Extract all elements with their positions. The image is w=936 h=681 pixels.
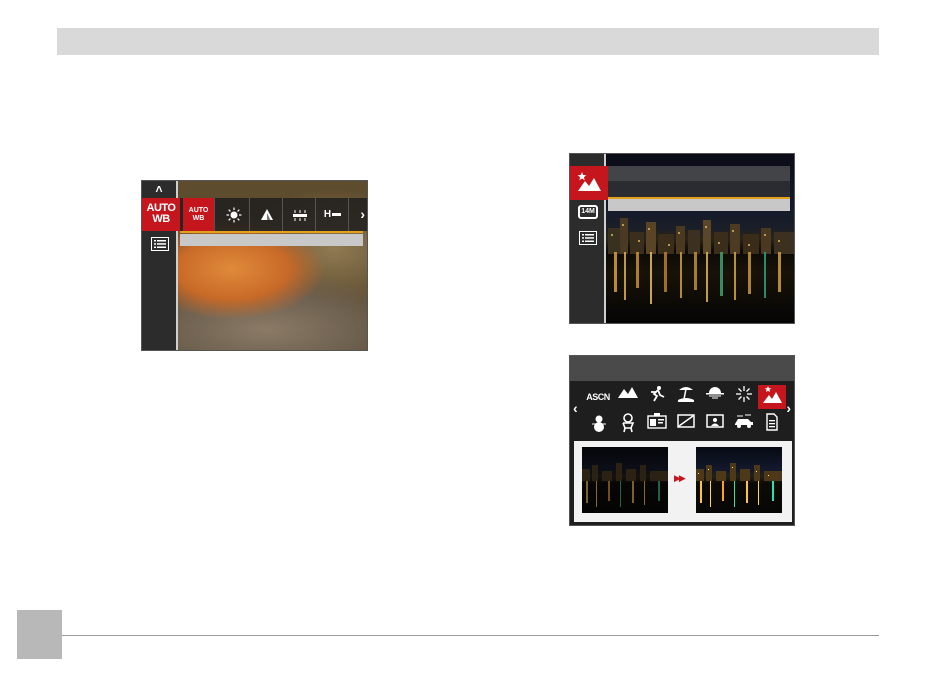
fireworks-icon (736, 386, 752, 402)
scene-mode-screen: 14M (569, 153, 795, 324)
scene-grid: ASCN (583, 385, 786, 439)
frame-icon (677, 414, 695, 428)
portrait-icon (706, 414, 724, 428)
option-name-bar (608, 199, 790, 211)
current-mode-auto-wb[interactable]: AUTO WB (142, 198, 180, 231)
sunset-icon (706, 387, 724, 399)
night-landscape-icon (577, 172, 601, 191)
chevron-up-icon[interactable]: ˄ (142, 181, 176, 197)
transition-arrows-icon: ▶▶ (674, 473, 686, 483)
option-name-bar (180, 234, 363, 246)
beach-icon (678, 387, 694, 402)
menu-list-icon[interactable] (579, 231, 597, 245)
scene-party[interactable] (730, 413, 758, 437)
section-header-bar (57, 28, 879, 55)
selection-underline (180, 231, 363, 233)
wb-option-fluorescent-h[interactable]: H (317, 198, 349, 231)
scene-select-screen: ‹ › ASCN ▶▶ (569, 355, 795, 526)
cloudy-icon (260, 208, 273, 220)
menu-list-icon[interactable] (151, 237, 169, 251)
scene-ascn[interactable]: ASCN (583, 385, 613, 409)
preview-after-thumbnail (696, 447, 782, 513)
water-reflection (614, 252, 781, 304)
scene-fireworks[interactable] (730, 385, 758, 409)
scene-preview-panel: ▶▶ (574, 441, 792, 522)
white-balance-screen: ˄ AUTO WB AUTO WB H › (141, 180, 368, 351)
scene-snow[interactable] (585, 413, 613, 437)
children-icon (622, 413, 635, 433)
chevron-left-icon[interactable]: ‹ (573, 400, 578, 416)
chevron-right-icon[interactable]: › (360, 198, 365, 231)
scene-night-landscape[interactable] (758, 385, 786, 409)
chevron-right-icon[interactable]: › (786, 400, 791, 416)
landscape-icon (618, 387, 638, 398)
mode-header-bar (608, 166, 790, 181)
scene-frame[interactable] (672, 413, 700, 437)
scene-title-bar (570, 356, 794, 381)
mode-subheader-bar (608, 181, 790, 197)
scene-text[interactable] (758, 413, 786, 437)
city-night-image (696, 463, 782, 507)
scene-sport[interactable] (643, 385, 671, 409)
sport-icon (651, 386, 665, 402)
id-icon (647, 413, 667, 429)
wb-option-row: AUTO WB H › (180, 198, 367, 231)
wb-option-fluorescent[interactable] (284, 198, 316, 231)
wb-option-daylight[interactable] (218, 198, 250, 231)
scene-sunset[interactable] (701, 385, 729, 409)
text-icon (766, 413, 778, 431)
wb-option-cloudy[interactable] (251, 198, 283, 231)
scene-landscape[interactable] (614, 385, 642, 409)
scene-portrait[interactable] (701, 413, 729, 437)
daylight-icon (226, 207, 241, 222)
footer-divider (62, 635, 879, 636)
preview-before-thumbnail (582, 447, 668, 513)
resolution-14m-icon[interactable]: 14M (578, 205, 598, 219)
night-landscape-icon (763, 386, 782, 403)
city-skyline (608, 218, 794, 254)
current-mode-label-line2: WB (152, 213, 170, 225)
auto-wb-icon: AUTO WB (188, 206, 209, 222)
fluorescent-icon (292, 209, 307, 221)
wb-option-auto[interactable]: AUTO WB (183, 198, 215, 231)
scene-id[interactable] (643, 413, 671, 437)
snow-icon (592, 415, 606, 432)
fluorescent-h-icon: H (324, 209, 342, 220)
city-night-image (582, 463, 668, 507)
current-mode-night-landscape[interactable] (570, 166, 608, 200)
scene-beach[interactable] (672, 385, 700, 409)
scene-children[interactable] (614, 413, 642, 437)
ascn-icon: ASCN (586, 392, 610, 402)
party-icon (735, 414, 753, 428)
page-number-box (17, 610, 62, 659)
